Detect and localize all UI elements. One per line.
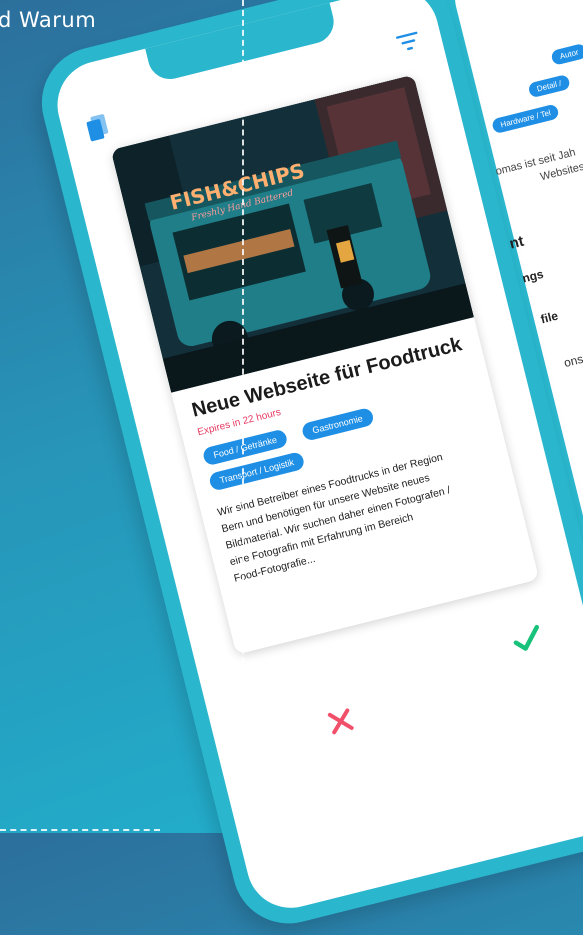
headline-text: d Warum [0, 8, 97, 32]
reject-button[interactable] [323, 703, 359, 739]
check-icon [513, 624, 540, 651]
back-row: ons and b [562, 344, 583, 371]
job-description: Wir sind Betreiber eines Foodtrucks in d… [216, 437, 510, 588]
guide-line-vertical [242, 0, 244, 833]
back-row: file [539, 308, 560, 327]
category-tag[interactable]: Gastronomie [300, 406, 375, 442]
back-row: ngs [520, 266, 545, 286]
cards-icon[interactable] [84, 112, 112, 143]
back-heading: nt [507, 232, 526, 253]
accept-button[interactable] [508, 620, 546, 657]
close-icon [327, 708, 354, 735]
back-tag: Autor [550, 42, 583, 66]
guide-line-horizontal [0, 829, 160, 831]
back-tag: Detail / [527, 73, 571, 99]
back-tag: Hardware / Tel [491, 103, 561, 135]
job-card[interactable]: FISH&CHIPS Freshly Hand Battered Neue We… [110, 74, 540, 655]
filter-icon[interactable] [396, 30, 422, 53]
